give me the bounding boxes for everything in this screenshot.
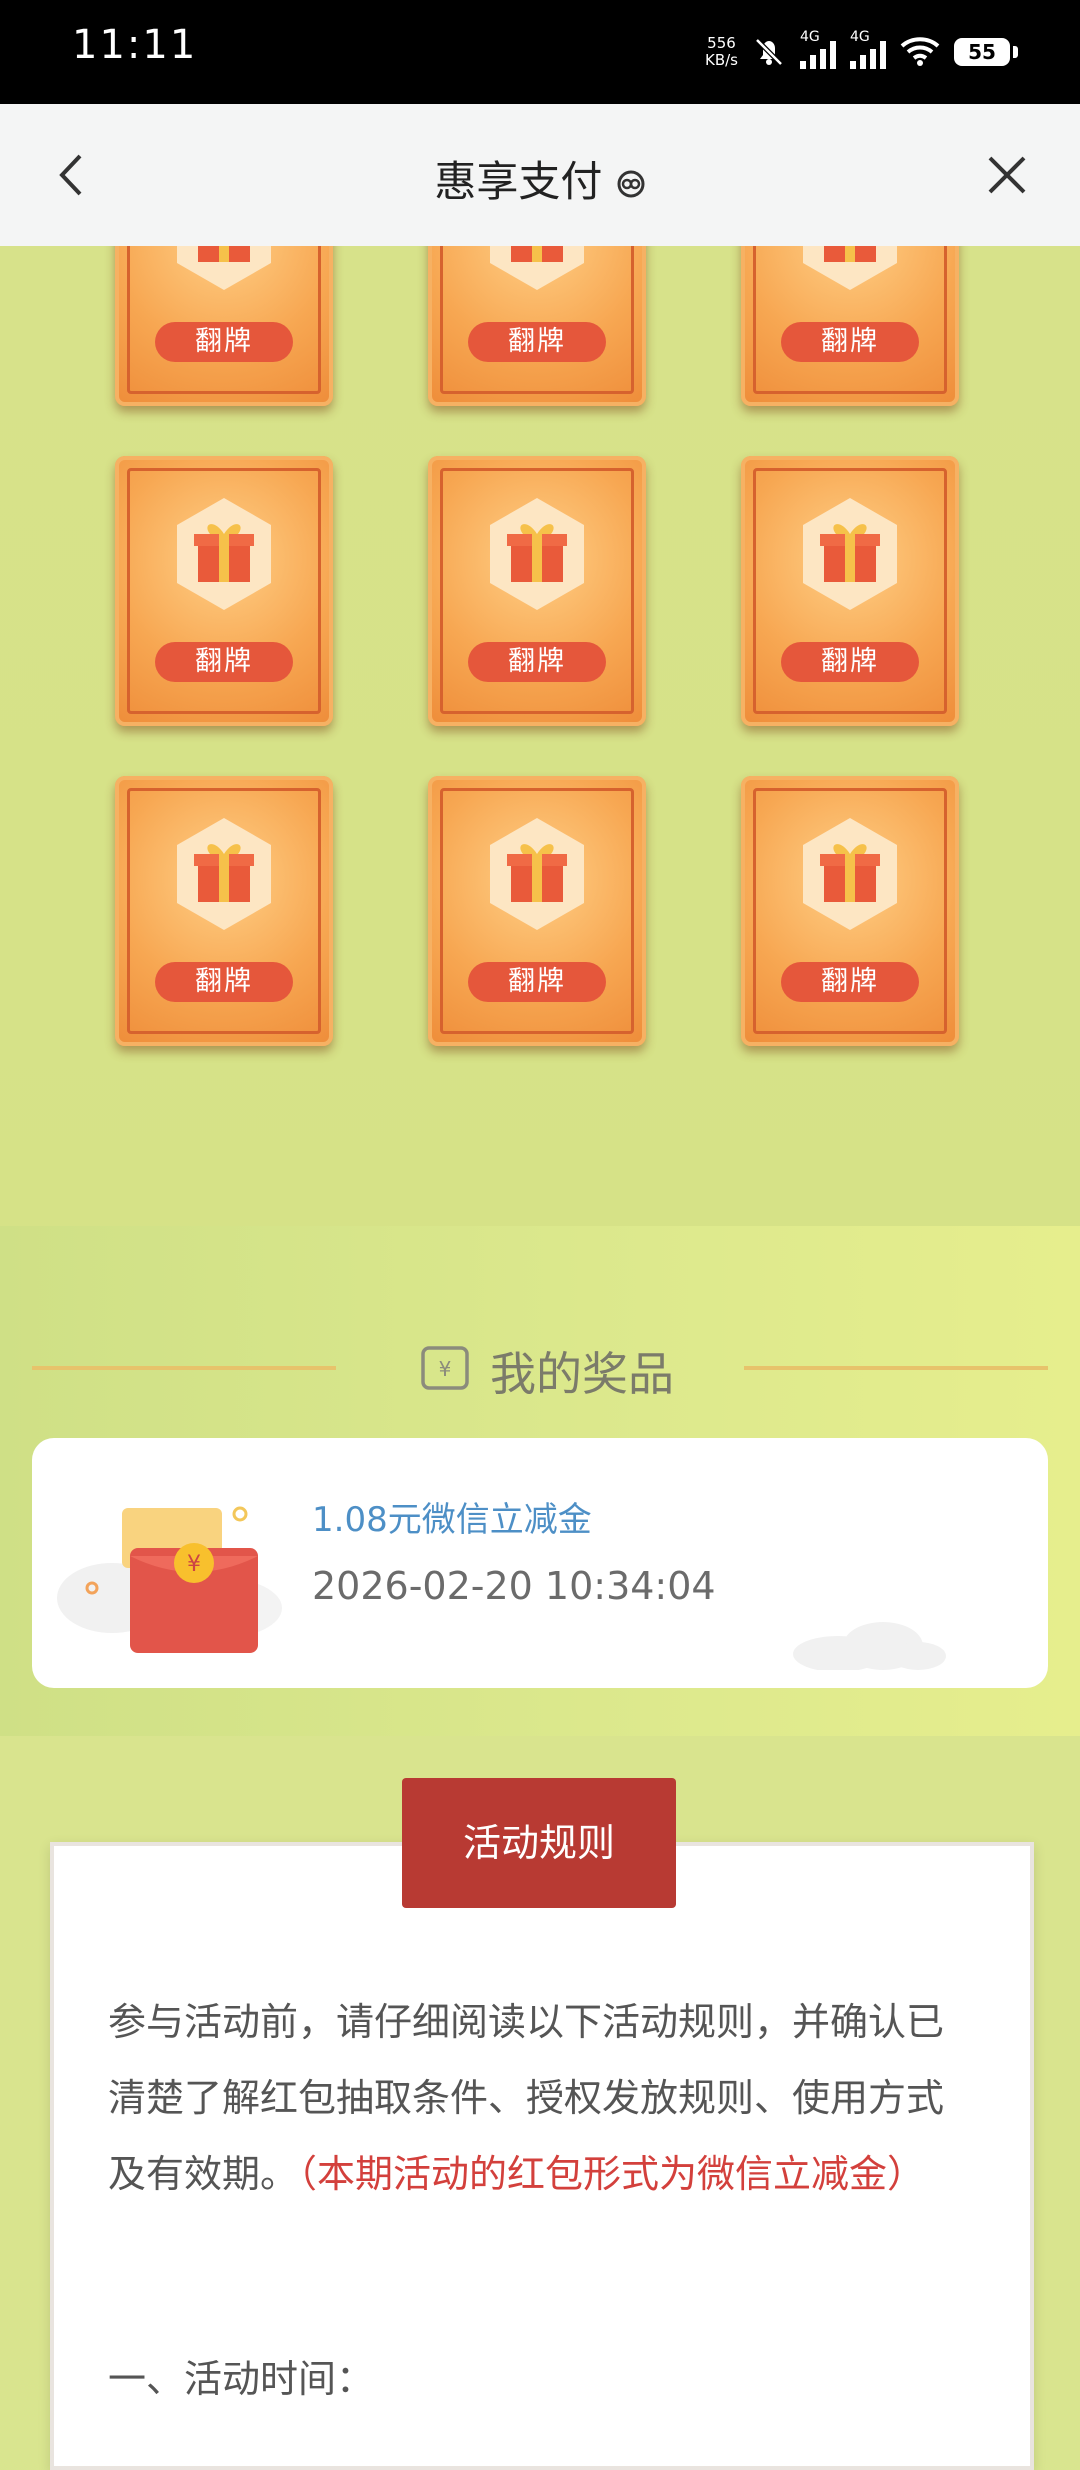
mute-bell-icon	[755, 38, 783, 66]
divider	[32, 1366, 336, 1370]
rules-item: 一、活动时间：	[108, 2357, 375, 2401]
flip-button[interactable]: 翻牌	[468, 642, 606, 682]
gift-icon	[490, 246, 584, 290]
rules-intro: 参与活动前，请仔细阅读以下活动规则，并确认已清楚了解红包抽取条件、授权发放规则、…	[108, 2000, 945, 2196]
flip-button[interactable]: 翻牌	[468, 322, 606, 362]
gift-icon	[803, 246, 897, 290]
gift-icon	[177, 818, 271, 930]
wifi-icon	[900, 37, 940, 66]
flip-button[interactable]: 翻牌	[468, 962, 606, 1002]
red-envelope-icon: ¥	[57, 1506, 282, 1653]
flip-card-grid: 翻牌 翻牌 翻牌 翻牌 翻牌 翻牌 翻牌 翻牌 翻牌	[0, 246, 1080, 1226]
flip-card[interactable]: 翻牌	[741, 246, 959, 406]
signal-icon: 4G	[850, 29, 886, 69]
svg-text:¥: ¥	[187, 1552, 201, 1577]
svg-text:¥: ¥	[439, 1357, 452, 1381]
gift-icon	[490, 498, 584, 610]
divider	[744, 1366, 1048, 1370]
battery-icon: 55	[954, 38, 1018, 66]
flip-card[interactable]: 翻牌	[115, 456, 333, 726]
flip-button[interactable]: 翻牌	[155, 642, 293, 682]
network-speed: 556 KB/s	[705, 34, 738, 69]
flip-button[interactable]: 翻牌	[781, 962, 919, 1002]
gift-icon	[803, 498, 897, 610]
flip-card[interactable]: 翻牌	[115, 246, 333, 406]
mini-program-icon	[617, 170, 645, 198]
rules-section: 活动规则 参与活动前，请仔细阅读以下活动规则，并确认已清楚了解红包抽取条件、授权…	[0, 1736, 1080, 2470]
gift-icon	[177, 498, 271, 610]
close-icon[interactable]	[982, 150, 1032, 200]
flip-card[interactable]: 翻牌	[115, 776, 333, 1046]
flip-button[interactable]: 翻牌	[781, 642, 919, 682]
status-icons: 556 KB/s 4G 4G 55	[705, 22, 1018, 82]
flip-button[interactable]: 翻牌	[781, 322, 919, 362]
gift-icon	[490, 818, 584, 930]
signal-icon: 4G	[800, 29, 836, 69]
flip-card[interactable]: 翻牌	[428, 776, 646, 1046]
flip-card[interactable]: 翻牌	[428, 246, 646, 406]
ticket-icon: ¥	[421, 1346, 469, 1390]
gift-icon	[803, 818, 897, 930]
prize-name: 1.08元微信立减金	[312, 1500, 592, 1540]
flip-card[interactable]: 翻牌	[741, 456, 959, 726]
prizes-heading: ¥ 我的奖品	[0, 1286, 1080, 1401]
flip-card[interactable]: 翻牌	[428, 456, 646, 726]
flip-button[interactable]: 翻牌	[155, 962, 293, 1002]
nav-bar: 惠享支付	[0, 104, 1080, 247]
flip-card[interactable]: 翻牌	[741, 776, 959, 1046]
rules-button[interactable]: 活动规则	[402, 1778, 676, 1908]
status-time: 11:11	[72, 22, 198, 68]
page-title: 惠享支付	[0, 148, 1080, 209]
flip-button[interactable]: 翻牌	[155, 322, 293, 362]
prize-time: 2026-02-20 10:34:04	[312, 1564, 716, 1608]
gift-icon	[177, 246, 271, 290]
status-bar: 11:11 556 KB/s 4G 4G 55	[0, 0, 1080, 104]
cloud-decoration	[793, 1622, 946, 1670]
prizes-title: 我的奖品	[490, 1347, 674, 1401]
my-prizes-section: ¥ 我的奖品 ¥ 1.08元微信立减金 2026-02-20 10:34:04	[0, 1226, 1080, 1736]
prize-item[interactable]: ¥ 1.08元微信立减金 2026-02-20 10:34:04	[32, 1438, 1048, 1688]
rules-highlight: （本期活动的红包形式为微信立减金）	[298, 2152, 926, 2196]
